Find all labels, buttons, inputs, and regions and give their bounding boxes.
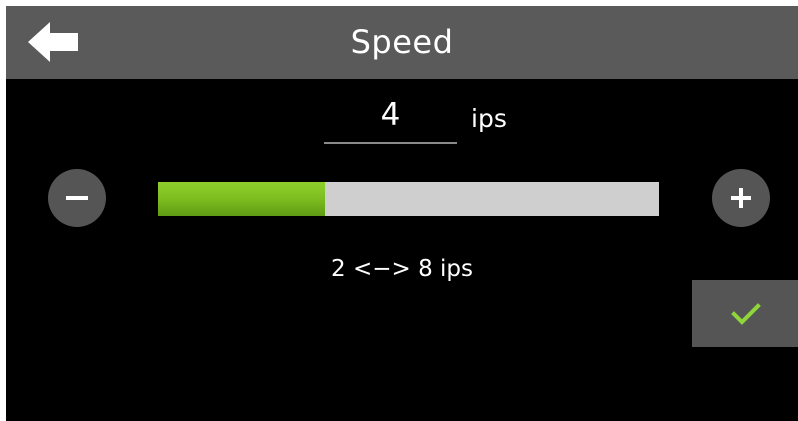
speed-slider[interactable] xyxy=(158,182,659,216)
speed-range-label: 2 <−> 8 ips xyxy=(331,256,473,282)
page-title: Speed xyxy=(350,23,454,61)
speed-unit-label: ips xyxy=(471,104,507,133)
speed-value-field[interactable]: 4 xyxy=(324,94,457,144)
speed-screen: Speed 4 ips 2 <−> 8 ips xyxy=(6,6,798,421)
decrease-button[interactable] xyxy=(48,169,106,227)
speed-slider-fill xyxy=(158,182,325,216)
increase-button[interactable] xyxy=(712,169,770,227)
header-bar: Speed xyxy=(6,6,798,79)
confirm-button[interactable] xyxy=(692,280,798,347)
